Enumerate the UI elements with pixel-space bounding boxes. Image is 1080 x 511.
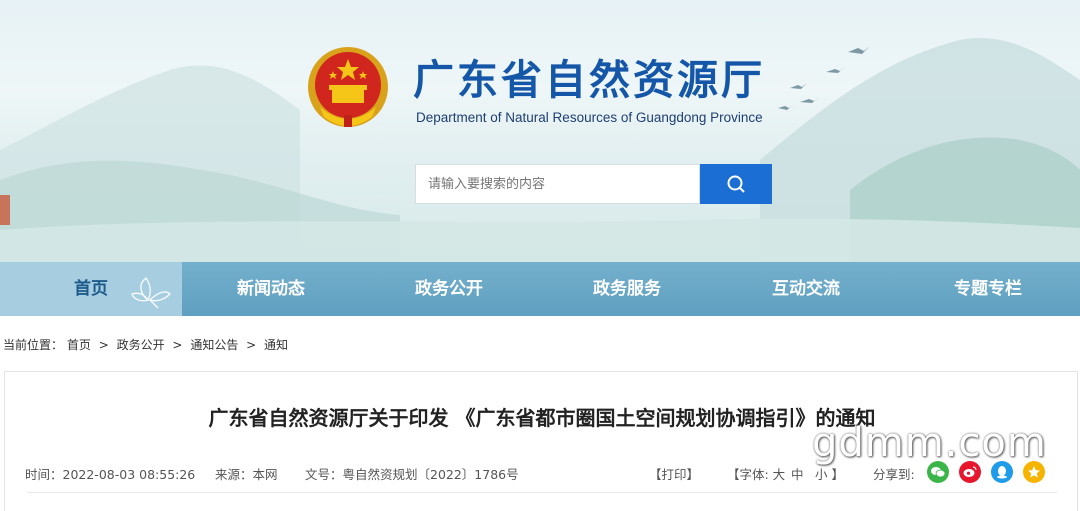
breadcrumb-announcements[interactable]: 通知公告	[190, 338, 238, 352]
publish-time: 时间：2022-08-03 08:55:26	[25, 467, 196, 482]
breadcrumb-separator: >	[246, 338, 257, 352]
site-subtitle: Department of Natural Resources of Guang…	[416, 110, 763, 125]
article-source: 来源：本网	[215, 467, 278, 482]
breadcrumb-gov-affairs[interactable]: 政务公开	[117, 338, 165, 352]
header-banner: 广东省自然资源厅 Department of Natural Resources…	[0, 0, 1080, 262]
nav-item-gov-services[interactable]: 政务服务	[538, 262, 716, 316]
font-size-large-button[interactable]: 【字体: 大	[727, 464, 785, 483]
meta-divider	[27, 492, 1057, 493]
magnolia-icon	[131, 276, 171, 309]
nav-item-home[interactable]: 首页	[0, 262, 182, 316]
nav-item-news[interactable]: 新闻动态	[182, 262, 360, 316]
nav-item-gov-affairs[interactable]: 政务公开	[360, 262, 538, 316]
print-button[interactable]: 【打印】	[649, 464, 699, 483]
search-button[interactable]	[700, 164, 772, 204]
site-title: 广东省自然资源厅	[413, 56, 765, 104]
watermark: gdmm.com	[812, 420, 1047, 466]
breadcrumb-notice[interactable]: 通知	[264, 338, 288, 352]
font-size-small-button[interactable]: 小 】	[815, 464, 844, 483]
nav-item-interaction[interactable]: 互动交流	[716, 262, 896, 316]
breadcrumb-separator: >	[98, 338, 109, 352]
breadcrumb-prefix: 当前位置：	[3, 338, 64, 352]
national-emblem-icon	[308, 47, 388, 127]
share-label: 分享到:	[873, 467, 915, 482]
nav-item-special-topics[interactable]: 专题专栏	[896, 262, 1080, 316]
search-icon	[727, 175, 745, 193]
breadcrumb-home[interactable]: 首页	[67, 338, 91, 352]
font-size-medium-button[interactable]: 中	[791, 464, 804, 483]
breadcrumb-separator: >	[172, 338, 183, 352]
main-nav: 首页 新闻动态 政务公开 政务服务 互动交流 专题专栏	[0, 262, 1080, 316]
search-input[interactable]	[415, 164, 700, 204]
document-number: 文号：粤自然资规划〔2022〕1786号	[305, 467, 519, 482]
breadcrumb: 当前位置： 首页 > 政务公开 > 通知公告 > 通知	[3, 336, 288, 353]
nav-item-label: 首页	[74, 279, 108, 299]
landscape-background	[0, 38, 1080, 262]
